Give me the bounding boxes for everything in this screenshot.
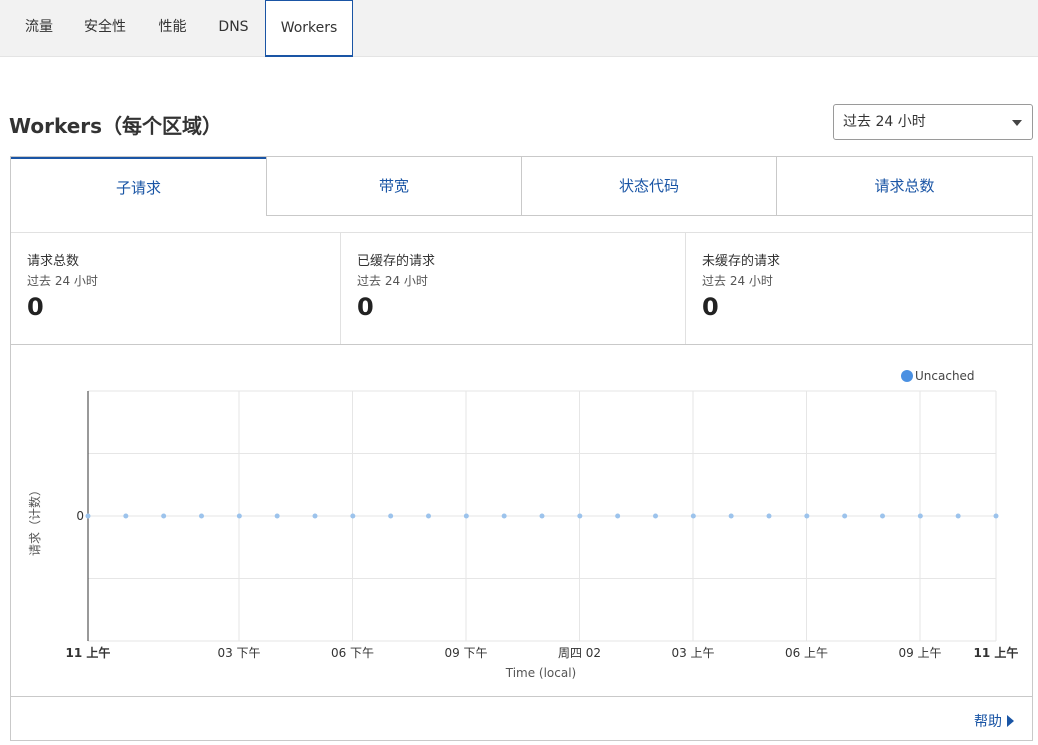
- data-point[interactable]: [199, 513, 204, 519]
- data-point[interactable]: [653, 513, 658, 519]
- x-axis-label: Time (local): [505, 666, 577, 680]
- tab-traffic[interactable]: 流量: [13, 0, 65, 57]
- x-tick-label: 03 上午: [671, 646, 714, 660]
- workers-card: 子请求 带宽 状态代码 请求总数 请求总数 过去 24 小时 0 已缓存的请求 …: [10, 156, 1033, 741]
- metric-tabs: 子请求 带宽 状态代码 请求总数: [11, 157, 1032, 216]
- tab-dns[interactable]: DNS: [206, 0, 261, 57]
- chart-legend[interactable]: Uncached: [901, 369, 975, 383]
- stat-label: 未缓存的请求: [702, 254, 781, 269]
- data-point[interactable]: [161, 513, 167, 519]
- tab-security[interactable]: 安全性: [71, 0, 139, 57]
- stat-uncached-requests: 未缓存的请求 过去 24 小时 0: [686, 233, 1032, 344]
- x-tick-label: 09 下午: [444, 646, 487, 660]
- data-point[interactable]: [842, 513, 848, 519]
- data-point[interactable]: [312, 513, 318, 519]
- stat-period: 过去 24 小时: [702, 274, 773, 288]
- data-point[interactable]: [804, 513, 810, 519]
- data-point[interactable]: [463, 513, 469, 519]
- stat-value: 0: [27, 293, 44, 321]
- stat-value: 0: [357, 293, 374, 321]
- arrow-right-icon: [1007, 715, 1014, 727]
- stat-period: 过去 24 小时: [27, 274, 98, 288]
- data-point[interactable]: [728, 513, 734, 519]
- data-point[interactable]: [123, 513, 129, 519]
- tab-total-requests[interactable]: 请求总数: [776, 157, 1032, 216]
- tab-status-codes[interactable]: 状态代码: [521, 157, 776, 216]
- requests-chart: 11 上午 03 下午 06 下午 09 下午 周四 02 03 上午 06 上午 09 上午…: [11, 345, 1032, 697]
- stats-row: 请求总数 过去 24 小时 0 已缓存的请求 过去 24 小时 0 未缓存的请求…: [11, 233, 1032, 345]
- x-tick-label: 03 下午: [217, 646, 260, 660]
- chevron-down-icon: [1012, 120, 1022, 126]
- data-point[interactable]: [350, 513, 356, 519]
- tab-performance[interactable]: 性能: [145, 0, 200, 57]
- data-point[interactable]: [955, 513, 961, 519]
- tab-subrequests[interactable]: 子请求: [11, 157, 266, 216]
- tab-workers[interactable]: Workers: [265, 0, 353, 57]
- time-range-value: 过去 24 小时: [843, 114, 926, 130]
- data-point[interactable]: [577, 513, 583, 519]
- x-ticks: 11 上午 03 下午 06 下午 09 下午 周四 02 03 上午 06 上午 09 上午…: [66, 645, 1019, 660]
- x-tick-label: 06 下午: [331, 646, 374, 660]
- data-point[interactable]: [501, 513, 507, 519]
- data-point[interactable]: [85, 513, 91, 519]
- help-link[interactable]: 帮助: [974, 711, 1014, 731]
- data-point[interactable]: [690, 513, 696, 519]
- stat-label: 请求总数: [27, 254, 80, 269]
- stat-period: 过去 24 小时: [357, 274, 428, 288]
- data-point[interactable]: [993, 513, 999, 519]
- tab-bandwidth[interactable]: 带宽: [266, 157, 521, 216]
- data-point[interactable]: [236, 513, 242, 519]
- legend-label: Uncached: [915, 369, 975, 383]
- time-range-select[interactable]: 过去 24 小时: [833, 104, 1033, 140]
- x-tick-label: 09 上午: [898, 646, 941, 660]
- stat-total-requests: 请求总数 过去 24 小时 0: [11, 233, 341, 344]
- stat-cached-requests: 已缓存的请求 过去 24 小时 0: [341, 233, 686, 344]
- data-point[interactable]: [880, 513, 885, 519]
- chart-svg: 11 上午 03 下午 06 下午 09 下午 周四 02 03 上午 06 上午 09 上午…: [27, 369, 1019, 680]
- x-tick-label: 06 上午: [785, 646, 828, 660]
- data-point[interactable]: [766, 513, 772, 519]
- data-point[interactable]: [917, 513, 923, 519]
- data-point[interactable]: [388, 513, 394, 519]
- data-point[interactable]: [274, 513, 280, 519]
- stat-label: 已缓存的请求: [357, 254, 436, 269]
- stat-value: 0: [702, 293, 719, 321]
- x-tick-label: 周四 02: [558, 646, 601, 660]
- data-point[interactable]: [539, 513, 545, 519]
- x-tick-label: 11 上午: [974, 645, 1019, 660]
- help-label: 帮助: [974, 714, 1002, 730]
- data-point[interactable]: [615, 513, 621, 519]
- top-nav: 流量 安全性 性能 DNS Workers: [0, 0, 1038, 57]
- divider: [11, 216, 1032, 233]
- y-tick-label: 0: [76, 509, 84, 523]
- y-ticks: 0: [76, 509, 84, 523]
- y-axis-label: 请求（计数）: [27, 484, 42, 556]
- data-point[interactable]: [426, 513, 431, 519]
- x-tick-label: 11 上午: [66, 645, 111, 660]
- legend-swatch: [901, 370, 913, 382]
- page-title: Workers（每个区域）: [9, 114, 223, 138]
